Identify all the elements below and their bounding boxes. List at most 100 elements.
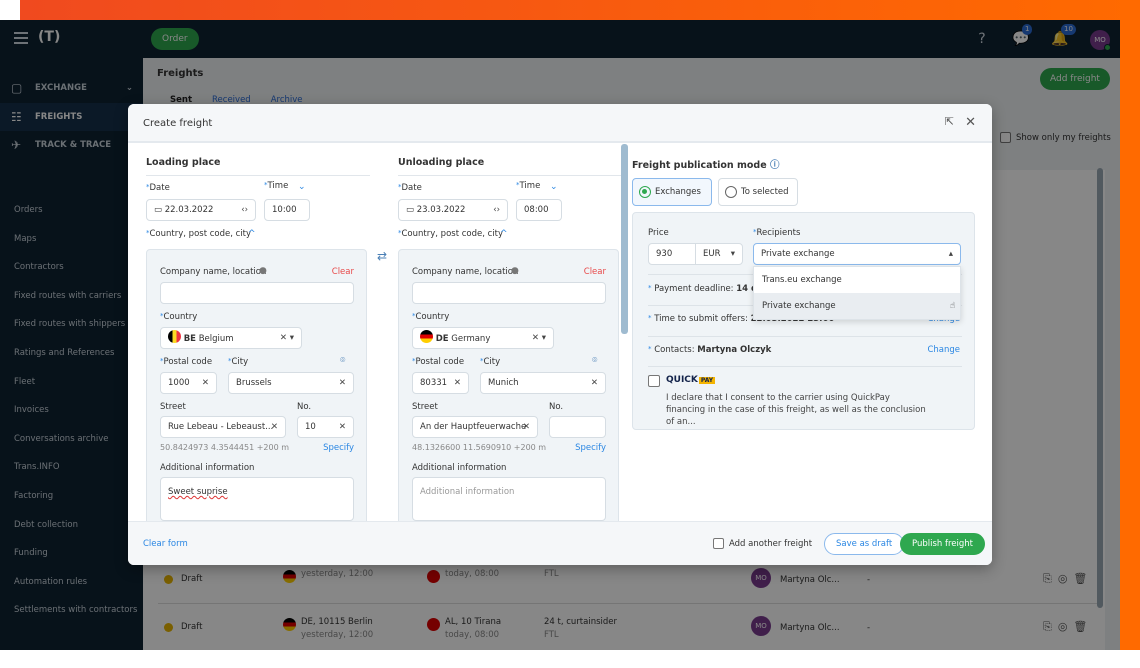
chevron-down-icon[interactable]: ⌄ [550,182,558,192]
info-icon[interactable]: ● [511,266,519,276]
street-label: Street [160,402,186,412]
recipients-select[interactable]: Private exchange ▴ [753,243,961,265]
modal-footer: Clear form Add another freight Save as d… [128,521,992,565]
flag-icon [168,330,181,343]
coordinates: 50.8424973 4.3544451 +200 m [160,443,290,452]
chevron-up-icon[interactable]: ^ [500,229,508,239]
number-input[interactable]: 10 ✕ [297,416,354,438]
street-value: Rue Lebeau - Lebeaust... [168,422,274,432]
close-icon[interactable]: ✕ [965,115,976,130]
clear-icon[interactable]: ✕ [202,373,209,393]
date-stepper-icon[interactable]: ‹› [241,200,248,220]
date-input[interactable]: ▭ 22.03.2022 ‹› [146,199,256,221]
modal-title: Create freight [143,118,213,129]
chevron-down-icon[interactable]: ⌄ [298,182,306,192]
location-label: Country, post code, city [401,229,504,239]
minimize-icon[interactable]: ⇱ [945,115,954,128]
date-label: Date [401,183,422,193]
country-select[interactable]: BE Belgium ✕ ▾ [160,327,302,349]
date-value: 22.03.2022 [164,205,214,215]
postal-input[interactable]: 80331 ✕ [412,372,469,394]
brand-banner-top [20,0,1140,20]
add-another-freight[interactable]: Add another freight [713,538,812,549]
option-trans-eu-exchange[interactable]: Trans.eu exchange [754,267,960,293]
time-label: Time [267,181,289,191]
clear-caret-icon[interactable]: ✕ ▾ [280,328,294,348]
time-input[interactable]: 10:00 [264,199,310,221]
modal-header: Create freight ⇱ ✕ [128,104,992,143]
location-label: Country, post code, city [149,229,252,239]
recipients-value: Private exchange [761,249,835,259]
caret-down-icon: ▾ [730,249,735,259]
date-stepper-icon[interactable]: ‹› [493,200,500,220]
checkbox-label: Add another freight [729,538,813,549]
swap-icon[interactable]: ⇄ [377,249,387,263]
chevron-up-icon[interactable]: ^ [248,229,256,239]
publish-freight-button[interactable]: Publish freight [900,533,986,555]
country-select[interactable]: DE Germany ✕ ▾ [412,327,554,349]
specify-link[interactable]: Specify [575,443,606,453]
clear-icon[interactable]: ✕ [523,417,530,437]
street-input[interactable]: Rue Lebeau - Lebeaust... ✕ [160,416,286,438]
clear-link[interactable]: Clear [584,267,606,277]
change-contacts-link[interactable]: Change [927,345,960,355]
location-pin-icon[interactable]: ⌾ [592,356,597,366]
publication-panel: Price 930 EUR ▾ *Recipients Private excha… [632,212,975,430]
info-icon[interactable]: ● [259,266,267,276]
street-value: An der Hauptfeuerwache [420,422,527,432]
clear-icon[interactable]: ✕ [591,373,598,393]
city-value: Munich [488,378,519,388]
radio-label: To selected [741,187,789,197]
save-draft-button[interactable]: Save as draft [824,533,905,555]
price-label: Price [648,228,669,238]
calendar-icon: ▭ [406,205,415,215]
info-label: Additional information [412,463,507,473]
price-input[interactable]: 930 [648,243,696,265]
clear-link[interactable]: Clear [332,267,354,277]
modal-scrollbar[interactable] [621,144,628,334]
additional-info-textarea[interactable]: Additional information [412,477,606,521]
currency-select[interactable]: EUR ▾ [695,243,743,265]
create-freight-modal: Create freight ⇱ ✕ Loading place *Date *T… [128,104,992,565]
postal-input[interactable]: 1000 ✕ [160,372,217,394]
location-pin-icon[interactable]: ⌾ [340,356,345,366]
checkbox[interactable] [713,538,724,549]
clear-form-link[interactable]: Clear form [143,539,188,549]
payment-label: Payment deadline: [654,284,734,294]
country-label: Country [163,312,198,322]
info-icon[interactable]: ⓘ [770,160,780,171]
option-private-exchange[interactable]: Private exchange ☝ [754,293,960,319]
publication-mode: Freight publication mode ⓘ Exchanges To … [632,143,979,430]
company-input[interactable] [160,282,354,304]
clear-icon[interactable]: ✕ [271,417,278,437]
mode-exchanges[interactable]: Exchanges [632,178,712,206]
clear-icon[interactable]: ✕ [339,373,346,393]
mode-to-selected[interactable]: To selected [718,178,798,206]
pointer-cursor-icon: ☝ [949,301,955,311]
info-label: Additional information [160,463,255,473]
city-input[interactable]: Brussels ✕ [228,372,354,394]
company-input[interactable] [412,282,606,304]
number-input[interactable] [549,416,606,438]
clear-icon[interactable]: ✕ [339,417,346,437]
recipients-label: Recipients [756,228,801,238]
city-label: City [483,357,501,367]
company-label: Company name, location [412,267,519,277]
number-value: 10 [305,422,316,432]
additional-info-textarea[interactable]: Sweet suprise [160,477,354,521]
street-input[interactable]: An der Hauptfeuerwache ✕ [412,416,538,438]
date-input[interactable]: ▭ 23.03.2022 ‹› [398,199,508,221]
country-code: DE [435,334,449,344]
recipients-dropdown: Trans.eu exchange Private exchange ☝ [753,266,961,320]
offers-label: Time to submit offers: [654,314,748,324]
quickpay-consent: I declare that I consent to the carrier … [666,393,926,427]
time-input[interactable]: 08:00 [516,199,562,221]
country-value: Germany [451,334,491,344]
specify-link[interactable]: Specify [323,443,354,453]
city-input[interactable]: Munich ✕ [480,372,606,394]
date-label: Date [149,183,170,193]
quickpay-checkbox[interactable] [648,375,660,387]
clear-icon[interactable]: ✕ [454,373,461,393]
city-label: City [231,357,249,367]
clear-caret-icon[interactable]: ✕ ▾ [532,328,546,348]
